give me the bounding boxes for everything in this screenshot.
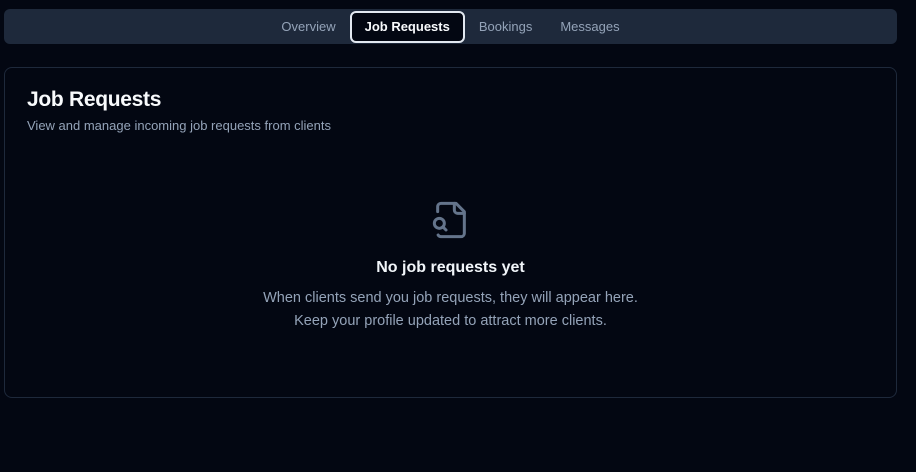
tab-job-requests[interactable]: Job Requests <box>349 10 465 43</box>
tab-overview[interactable]: Overview <box>267 11 349 43</box>
page-subtitle: View and manage incoming job requests fr… <box>27 118 331 133</box>
job-requests-card: Job Requests View and manage incoming jo… <box>4 67 897 398</box>
tab-bookings[interactable]: Bookings <box>465 11 546 43</box>
empty-state-line-1: When clients send you job requests, they… <box>263 290 638 306</box>
empty-state-title: No job requests yet <box>376 259 525 276</box>
empty-state-description: When clients send you job requests, they… <box>5 287 896 333</box>
empty-state: No job requests yet When clients send yo… <box>5 200 896 333</box>
tab-messages[interactable]: Messages <box>546 11 633 43</box>
page-title: Job Requests <box>27 88 162 111</box>
empty-state-line-2: Keep your profile updated to attract mor… <box>294 313 607 329</box>
tab-bar: Overview Job Requests Bookings Messages <box>4 9 897 44</box>
file-search-icon <box>431 200 471 240</box>
